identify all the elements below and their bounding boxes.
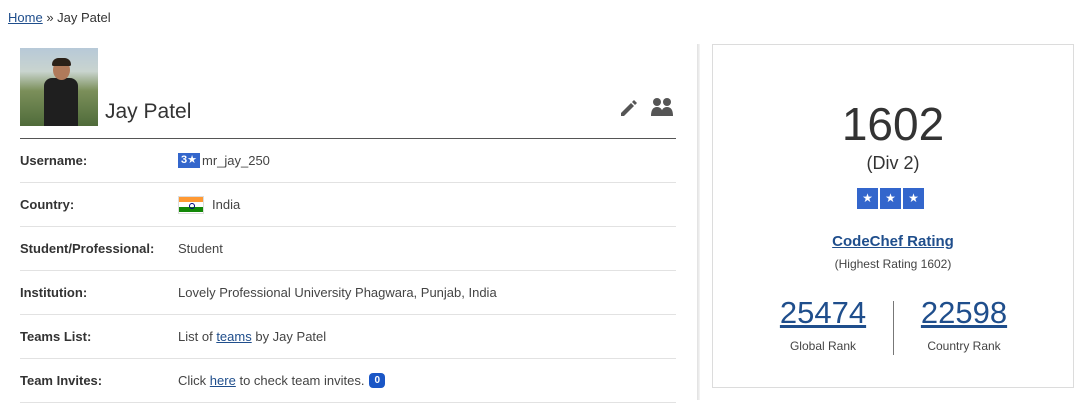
global-rank-block: 25474 Global Rank [763,295,883,353]
country-rank-label: Country Rank [927,339,1001,353]
username-label: Username: [20,153,88,168]
pencil-icon[interactable] [618,98,638,118]
country-label: Country: [20,197,75,212]
country-value-wrap: India [178,195,241,214]
invites-count-badge: 0 [369,373,386,388]
country-value: India [212,197,241,212]
star-rating-badge: 3★ [178,153,200,168]
occupation-label: Student/Professional: [20,241,155,256]
rating-link-wrap: CodeChef Rating [713,233,1073,250]
rating-division: (Div 2) [866,153,920,173]
row-occupation: Student/Professional: Student [20,227,676,271]
institution-label: Institution: [20,285,88,300]
row-invites: Team Invites: Click here to check team i… [20,359,676,403]
rating-value: 1602 [841,98,945,150]
friends-icon[interactable] [650,96,674,118]
row-teams: Teams List: List of teams by Jay Patel [20,315,676,359]
institution-value: Lovely Professional University Phagwara,… [178,285,497,300]
breadcrumb-separator: » [46,10,54,25]
invites-prefix: Click [178,373,207,388]
star-icon: ★ [880,188,901,209]
occupation-value: Student [178,241,223,256]
row-country: Country: India [20,183,676,227]
avatar [20,48,98,126]
country-rank-block: 22598 Country Rank [904,295,1024,353]
highest-rating: (Highest Rating 1602) [834,257,952,271]
global-rank-link[interactable]: 25474 [780,295,866,330]
breadcrumb: Home » Jay Patel [8,10,111,25]
teams-label: Teams List: [20,329,92,344]
profile-header: Jay Patel [20,46,676,139]
teams-value: List of teams by Jay Patel [178,329,326,344]
breadcrumb-current: Jay Patel [57,10,111,25]
invites-label: Team Invites: [20,373,103,388]
breadcrumb-home-link[interactable]: Home [8,10,43,25]
profile-name: Jay Patel [105,100,192,123]
teams-link[interactable]: teams [216,329,251,344]
rating-card: 1602 (Div 2) ★ ★ ★ CodeChef Rating (High… [712,44,1074,388]
teams-prefix: List of [178,329,213,344]
rating-stars: ★ ★ ★ [857,188,924,209]
profile-panel: Jay Patel Username: 3★ mr_jay_250 Countr… [20,46,676,403]
username-value: mr_jay_250 [201,153,270,168]
column-divider [697,44,700,400]
star-icon: ★ [857,188,878,209]
teams-suffix: by Jay Patel [255,329,327,344]
india-flag-icon [178,195,204,214]
global-rank-label: Global Rank [789,339,857,353]
row-username: Username: 3★ mr_jay_250 [20,139,676,183]
star-icon: ★ [903,188,924,209]
country-rank-link[interactable]: 22598 [921,295,1007,330]
username-value-wrap: 3★ mr_jay_250 [178,153,270,168]
invites-link[interactable]: here [210,373,236,388]
invites-value: Click here to check team invites. 0 [178,373,386,388]
codechef-rating-link[interactable]: CodeChef Rating [832,233,954,250]
row-institution: Institution: Lovely Professional Univers… [20,271,676,315]
rank-separator [893,301,894,355]
invites-suffix: to check team invites. [239,373,365,388]
